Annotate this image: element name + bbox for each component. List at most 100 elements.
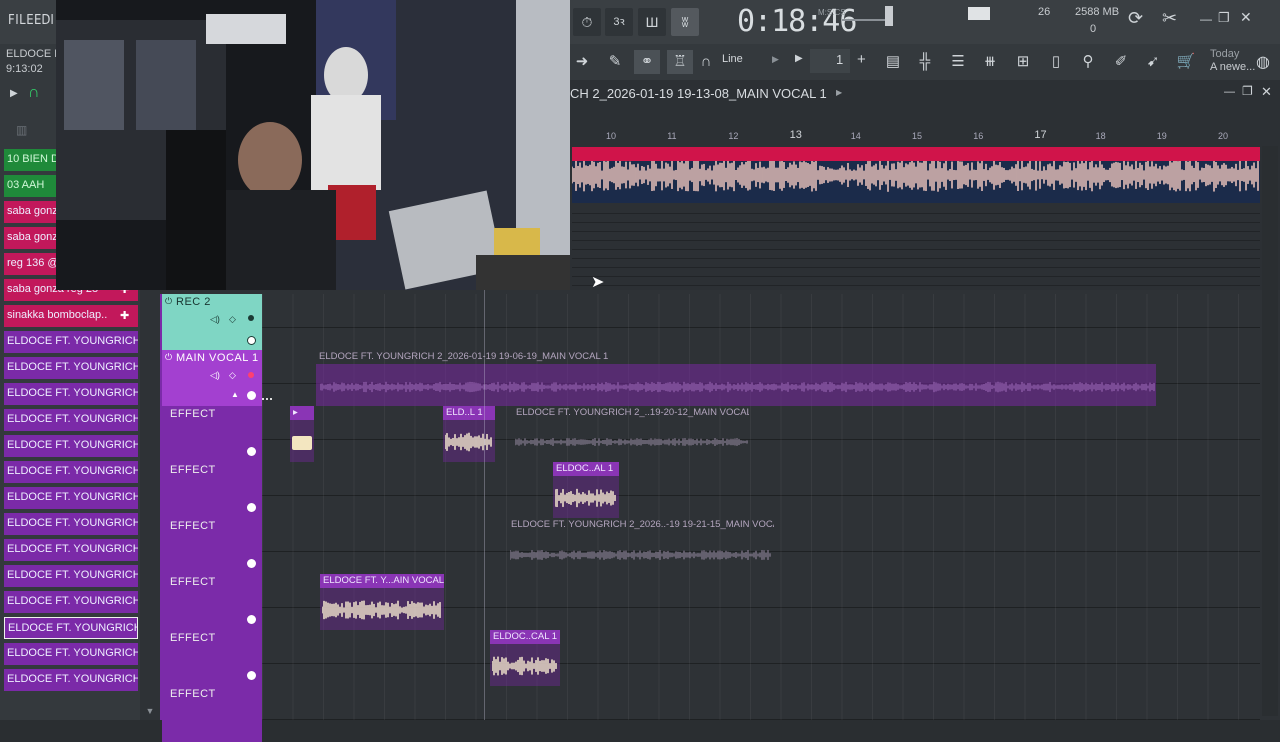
restore-icon[interactable]: ❐ xyxy=(1218,10,1230,26)
editor-close-icon[interactable]: ✕ xyxy=(1261,84,1272,100)
editor-title-arrow-icon[interactable]: ▶ xyxy=(836,88,842,97)
track-mute-icon[interactable]: ◁) xyxy=(210,370,220,381)
cart-icon[interactable]: 🛒 xyxy=(1173,50,1199,74)
ruler-tick-label: 17 xyxy=(1034,129,1047,141)
track-solo-icon[interactable]: ◇ xyxy=(229,370,236,381)
brush-icon[interactable]: ✎ xyxy=(602,50,628,74)
browser-item[interactable]: ELDOCE FT. YOUNGRICH 2... xyxy=(4,383,138,405)
browser-item[interactable]: ELDOCE FT. YOUNGRICH 2... xyxy=(4,643,138,665)
clip-title: ELDOCE FT. Y...AIN VOCAL 1 xyxy=(320,574,444,588)
editor-waveform-header xyxy=(572,147,1260,161)
track-enable-toggle[interactable] xyxy=(247,391,256,400)
mixer-icon[interactable]: ⧻ xyxy=(977,50,1003,74)
ruler-tick-label: 10 xyxy=(606,131,617,141)
browser-item[interactable]: ELDOCE FT. YOUNGRICH 2... xyxy=(4,357,138,379)
pattern-icon[interactable]: Ш xyxy=(638,8,666,36)
browser-item[interactable]: sinakka bomboclap.. xyxy=(4,305,138,327)
browser-item[interactable]: ELDOCE FT. YOUNGRICH 2... xyxy=(4,591,138,613)
step-field[interactable] xyxy=(810,49,850,73)
scissors-icon[interactable]: ✂ xyxy=(1162,8,1177,29)
tempo-icon[interactable]: 3ꝛ xyxy=(605,8,633,36)
clip-title: ELD..L 1 xyxy=(443,406,495,420)
ram-value: 2588 MB xyxy=(1075,6,1120,18)
track-solo-icon[interactable]: ◇ xyxy=(229,314,236,325)
vertical-scrollbar[interactable] xyxy=(1262,146,1278,716)
track-label-rec2: REC 2 xyxy=(176,296,211,308)
track-lock-indicator xyxy=(262,398,272,404)
close-icon[interactable]: ✕ xyxy=(1240,9,1252,26)
track-enable-toggle[interactable] xyxy=(247,671,256,680)
clip-waveform xyxy=(445,432,492,452)
track-mute-icon[interactable]: ◁) xyxy=(210,314,220,325)
track-label-effect: EFFECT xyxy=(170,576,216,588)
snap-select[interactable]: Line xyxy=(722,53,743,65)
track-enable-toggle[interactable] xyxy=(247,447,256,456)
playlist-icon[interactable]: ☰ xyxy=(945,50,971,74)
ruler-tick-label: 11 xyxy=(667,131,677,141)
track-record-dot[interactable] xyxy=(248,372,254,378)
track-label-effect: EFFECT xyxy=(170,464,216,476)
playhead[interactable] xyxy=(484,290,485,720)
step-value[interactable]: 1 xyxy=(836,52,843,67)
song-mode-icon[interactable]: ⏱ xyxy=(573,8,601,36)
ruler-tick-label: 14 xyxy=(850,131,861,141)
refresh-icon[interactable]: ⟳ xyxy=(1128,8,1143,29)
browser-item[interactable]: ELDOCE FT. YOUNGRICH 2... xyxy=(4,461,138,483)
file-icon[interactable]: ▯ xyxy=(1043,50,1069,74)
magnet-icon[interactable]: ∩ xyxy=(698,50,714,74)
clip-title: ELDOC..AL 1 xyxy=(553,462,619,476)
clip-body xyxy=(316,364,1156,406)
menu-edit[interactable]: EDI xyxy=(34,13,54,28)
plus-icon[interactable]: + xyxy=(857,51,866,68)
globe-icon[interactable]: ◍ xyxy=(1256,52,1270,72)
browser-item[interactable]: ELDOCE FT. YOUNGRICH 2... xyxy=(4,669,138,691)
link-icon[interactable]: ⚭ xyxy=(634,50,660,74)
track-record-dot[interactable] xyxy=(248,315,254,321)
hint-time: 9:13:02 xyxy=(6,63,43,75)
piano-roll-icon[interactable]: ▤ xyxy=(880,50,906,74)
track-enable-toggle[interactable] xyxy=(247,559,256,568)
browser-item[interactable]: ELDOCE FT. YOUNGRICH 2... xyxy=(4,539,138,561)
master-volume-knob[interactable] xyxy=(885,6,893,26)
browser-item[interactable]: ELDOCE FT. YOUNGRICH 2... xyxy=(4,487,138,509)
browser-item[interactable]: ELDOCE FT. YOUNGRICH 2... xyxy=(4,331,138,353)
browser-item[interactable]: ELDOCE FT. YOUNGRICH 2... xyxy=(4,617,138,639)
track-enable-toggle[interactable] xyxy=(247,503,256,512)
brush-tool-icon[interactable]: ➹ xyxy=(1140,50,1166,74)
track-rec-icon[interactable]: ⏻ xyxy=(165,296,172,307)
channel-rack-icon[interactable]: ╬ xyxy=(912,50,938,74)
track-enable-toggle[interactable] xyxy=(247,336,256,345)
headphones-icon[interactable]: ∩ xyxy=(28,84,40,102)
editor-minimize-icon[interactable]: — xyxy=(1224,86,1235,98)
clip-title: ▸ xyxy=(290,406,314,420)
browser-grid-icon[interactable]: ▥ xyxy=(16,123,27,137)
track-enable-toggle[interactable] xyxy=(247,615,256,624)
clip-title: ELDOCE FT. YOUNGRICH 2_2026..-19 19-21-1… xyxy=(511,519,774,530)
track-power-icon[interactable]: ⏻ xyxy=(165,352,172,363)
browser-icon[interactable]: ⊞ xyxy=(1010,50,1036,74)
minimize-icon[interactable]: — xyxy=(1200,12,1212,26)
browser-item[interactable]: ELDOCE FT. YOUNGRICH 2... xyxy=(4,409,138,431)
cpu-value: 26 xyxy=(1038,6,1051,18)
browser-play-icon[interactable]: ▶ xyxy=(10,88,18,99)
browser-scroll-down-icon[interactable]: ▼ xyxy=(140,706,160,720)
stamp-icon[interactable]: ♖ xyxy=(667,50,693,74)
pencil-icon[interactable]: ✐ xyxy=(1108,50,1134,74)
play-arrow-icon[interactable]: ▶ xyxy=(795,53,803,64)
waveform-icon: ✚ xyxy=(120,310,130,322)
wave-link-icon[interactable]: ʬ xyxy=(671,8,699,36)
arrow-right-icon[interactable]: ➜ xyxy=(569,50,595,74)
menu-file[interactable]: FILE xyxy=(8,13,34,28)
clip-waveform xyxy=(322,600,441,620)
snap-arrow-icon[interactable]: ▶ xyxy=(772,54,779,65)
track-label-main-vocal: MAIN VOCAL 1 xyxy=(176,352,259,364)
plugin-icon[interactable]: ⚲ xyxy=(1075,50,1101,74)
browser-item[interactable]: ELDOCE FT. YOUNGRICH 2... xyxy=(4,513,138,535)
clip-effect-1[interactable]: ▸ xyxy=(290,406,314,462)
editor-restore-icon[interactable]: ❐ xyxy=(1242,84,1253,98)
clip-waveform xyxy=(492,656,557,676)
track-collapse-icon[interactable]: ▲ xyxy=(231,390,239,399)
browser-item[interactable]: ELDOCE FT. YOUNGRICH 2... xyxy=(4,435,138,457)
news-text[interactable]: A newe... xyxy=(1210,61,1255,73)
browser-item[interactable]: ELDOCE FT. YOUNGRICH 2... xyxy=(4,565,138,587)
